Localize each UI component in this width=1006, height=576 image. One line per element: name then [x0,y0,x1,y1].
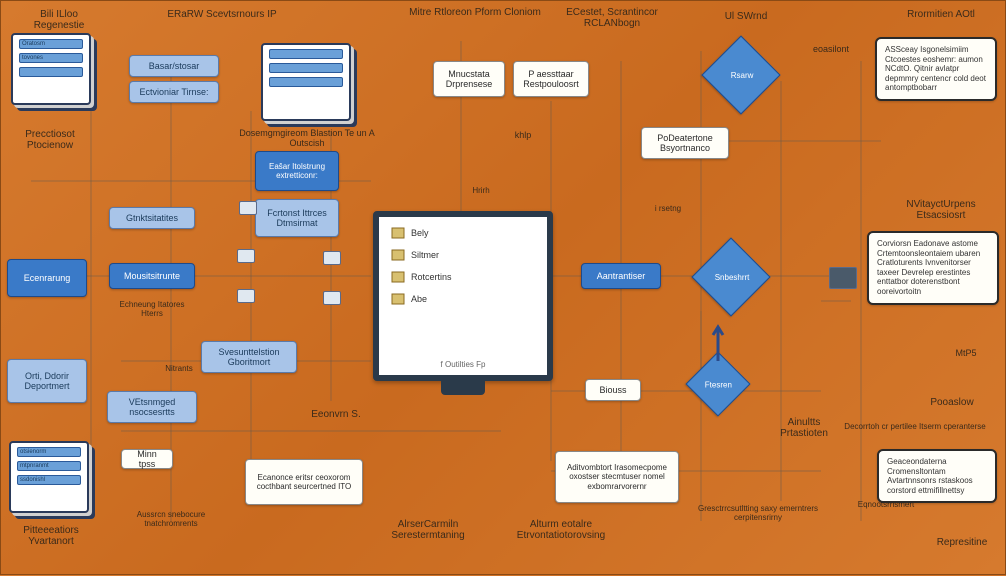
label-ptteeeatiors: Pitteeeatiors Yvartanort [5,525,97,547]
label-caption: Dosemgmgireom Blastion Te un A Outscish [233,129,381,149]
label-ainultts: Ainultts Prtastioten [769,417,839,439]
label-pooaslow: Pooaslow [917,397,987,408]
node-orbi: Orti, Ddorir Deportmert [7,359,87,403]
label-alturm: Alturm eotalre Etrvontatiotorovsing [501,519,621,541]
file-icon [391,227,405,239]
node-mnucstata: Mnucstata Drprensese [433,61,505,97]
monitor-row-1-text: Bely [411,228,429,238]
node-card1: Basar/stosar [129,55,219,77]
file-icon [391,249,405,261]
callout-2: Corviorsn Eadonave astome Crtemtoonsleon… [867,231,999,305]
monitor-stand [441,381,485,395]
label-khlp: khlp [503,131,543,141]
stack-b-row2: mtpnranmt [17,461,81,471]
diamond-snbeshmtrt-text: Snbeshrrt [704,273,760,282]
monitor-screen: Bely Siltmer Rotcertins Abe f Outilties … [373,211,553,381]
card-stack-c [261,43,351,121]
label-gresctrrcsutltting: Gresctrrcsutltting saxy emerntrers cerpi… [693,505,823,523]
diamond-snbeshmtrt: Snbeshrrt [691,237,770,316]
node-paessttaar: P aessttaar Restpouloosrt [513,61,589,97]
header-6: Rrormitien AOtl [901,9,981,20]
device-icon [323,251,341,265]
header-4: ECestet, Scrantincor RCLANbogn [557,7,667,29]
diamond-rsarw-text: Rsarw [714,71,770,80]
monitor-row-4: Abe [391,293,547,305]
node-biouss: Biouss [585,379,641,401]
callout-1: ASSceay Isgonelsimiim Ctcoestes eoshemr:… [875,37,997,101]
monitor-footer: f Outilties Fp [379,360,547,369]
label-mtps: MtP5 [941,349,991,359]
node-ecenrarung: Ecenrarung [7,259,87,297]
device-icon [323,291,341,305]
header-3: Mitre Rtloreon Pform Cloniom [405,7,545,18]
label-alrsercarmln: AlrserCarmiln Serestermtaning [373,519,483,541]
node-aantrantier: Aantrantiser [581,263,661,289]
label-represitine: Represitine [925,537,999,548]
arrow-up-icon [711,321,725,361]
header-1: Bili ILloo Regenestie [15,9,103,31]
device-icon [239,201,257,215]
label-hrirh: Hrirh [461,187,501,196]
node-fcrtonst: Fcrtonst Ittrces Dtmsirmat [255,199,339,237]
monitor-row-2-text: Siltmer [411,250,439,260]
device-icon [237,289,255,303]
node-vetsirngs: VEtsnmged nsocsesrtts [107,391,197,423]
label-ausisnrcn: Aussrcn snebocure tnatchromrents [121,511,221,529]
label-nvitayctorpens: NVitayctUrpens Etsacsiosrt [891,199,991,221]
label-eeonvm: Eeonvrn S. [301,409,371,420]
node-mousitsitrunte: Mousitsitrunte [109,263,195,289]
node-easar: Eaŝar Itolstrung extretticonr: [255,151,339,191]
diamond-ftesren: Ftesren [685,351,750,416]
label-eosilont: eoasilont [801,45,861,55]
node-podeatertone: PoDeatertone Bsyortnanco [641,127,729,159]
node-card2: Ectvioniar Tirnse: [129,81,219,103]
monitor-row-4-text: Abe [411,294,427,304]
stack-b-row3: ssdonishl [17,475,81,485]
stack-a-row2: tovones [19,53,83,63]
label-iriscetng: i rsetng [643,205,693,214]
label-decorrtoh: Decorrtoh cr pertilee Itserm cperanterse [833,423,997,432]
header-2: ERaRW Scevtsrnours IP [167,9,277,20]
label-preccossot: Precctiosot Ptocienow [7,129,93,151]
device-icon [237,249,255,263]
label-ecpount: Echneung Itatores Hterrs [109,301,195,319]
node-gtnktsitatites: Gtnktsitatites [109,207,195,229]
card-stack-b: otsienorm mtpnranmt ssdonishl [9,441,89,513]
monitor-row-1: Bely [391,227,547,239]
node-aditvombtort: Aditvombtort Irasomecpome oxostser stecm… [555,451,679,503]
node-svesuntom: Svesunttelstion Gboritmort [201,341,297,373]
callout-3: Geaceondaterna Cromensltontam Avtartnnso… [877,449,997,503]
file-icon [391,293,405,305]
node-ecanonce: Ecanonce eritsr ceoxorom cocthbant seurc… [245,459,363,505]
server-icon [829,267,857,289]
node-minni: Minn tpss [121,449,173,469]
monitor-row-3: Rotcertins [391,271,547,283]
card-stack-a: Oratosm tovones [11,33,91,105]
header-5: Ul SWrnd [711,11,781,22]
diamond-rsarw: Rsarw [701,35,780,114]
stack-b-row1: otsienorm [17,447,81,457]
label-nitrants: Nitrants [149,365,209,374]
diamond-ftesren-text: Ftesren [695,381,741,390]
file-icon [391,271,405,283]
stack-a-row1: Oratosm [19,39,83,49]
monitor-row-3-text: Rotcertins [411,272,452,282]
monitor-row-2: Siltmer [391,249,547,261]
